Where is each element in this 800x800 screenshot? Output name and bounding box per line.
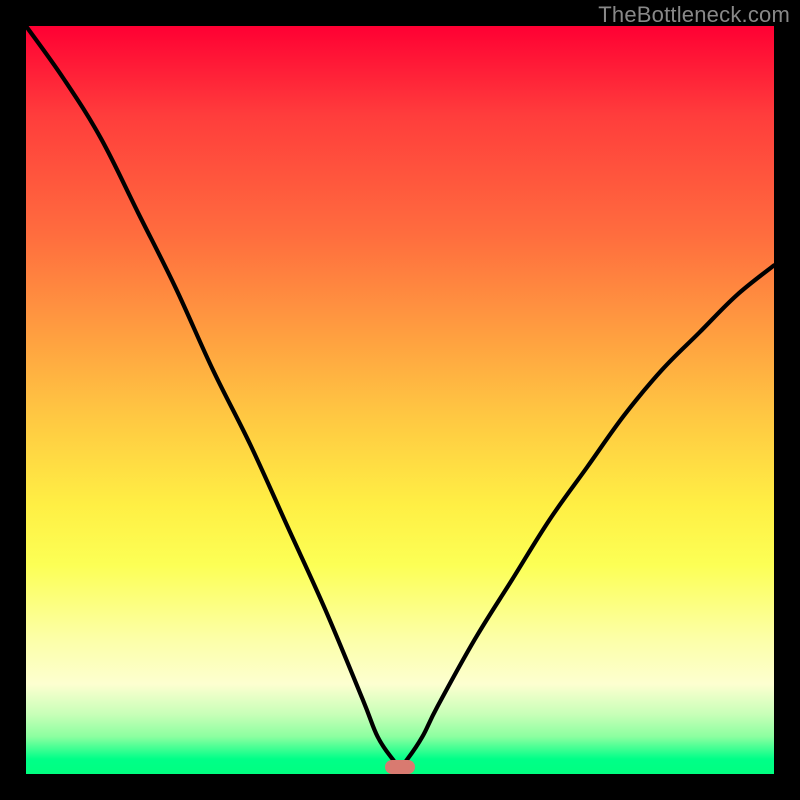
curve-layer	[26, 26, 774, 774]
chart-stage: TheBottleneck.com	[0, 0, 800, 800]
watermark-text: TheBottleneck.com	[598, 2, 790, 28]
plot-area	[26, 26, 774, 774]
minimum-marker	[385, 760, 415, 774]
bottleneck-curve	[26, 26, 774, 767]
